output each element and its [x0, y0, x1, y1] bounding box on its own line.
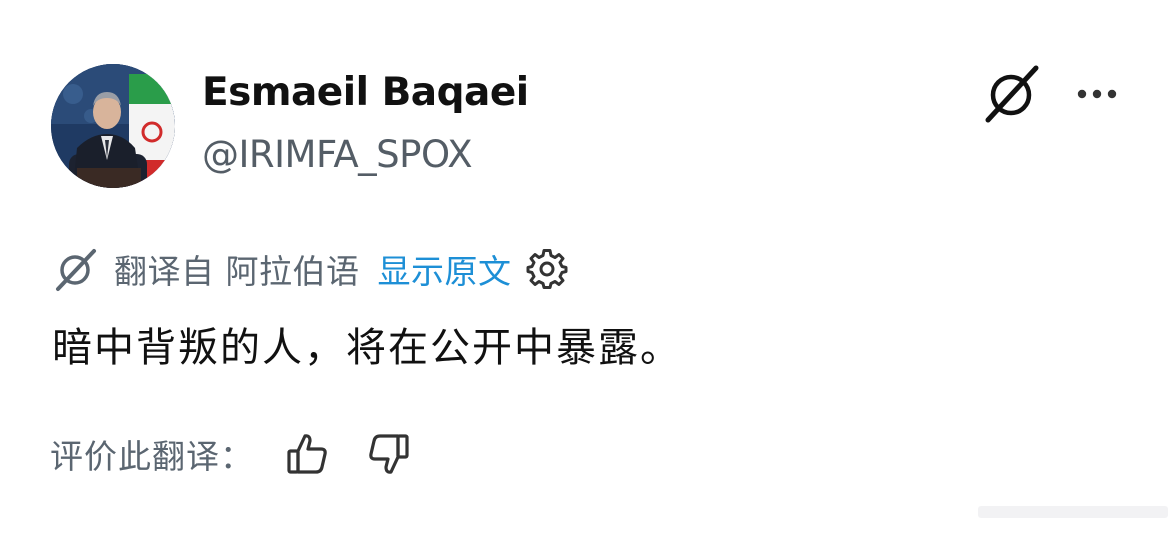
grok-icon: [985, 65, 1039, 123]
rate-translation: 评价此翻译：: [50, 428, 412, 480]
tweet-text: 暗中背叛的人，将在公开中暴露。: [52, 325, 682, 371]
avatar[interactable]: [51, 64, 175, 188]
gear-icon[interactable]: [526, 248, 568, 290]
handle[interactable]: @IRIMFA_SPOX: [202, 130, 473, 180]
thumbs-up-icon[interactable]: [284, 430, 332, 478]
grok-button[interactable]: [980, 62, 1044, 126]
more-dots-icon: [1077, 89, 1117, 99]
profile-photo: [51, 64, 175, 188]
translated-from-label: 翻译自 阿拉伯语: [114, 252, 360, 291]
more-button[interactable]: [1066, 62, 1130, 126]
translation-info: 翻译自 阿拉伯语 显示原文: [52, 244, 568, 294]
display-name[interactable]: Esmaeil Baqaei: [202, 68, 529, 118]
rate-translation-label: 评价此翻译：: [50, 437, 254, 476]
grok-translate-icon: [56, 249, 96, 291]
show-original-link[interactable]: 显示原文: [378, 245, 512, 293]
watermark-graphic: [978, 506, 1168, 518]
thumbs-down-icon[interactable]: [364, 430, 412, 478]
